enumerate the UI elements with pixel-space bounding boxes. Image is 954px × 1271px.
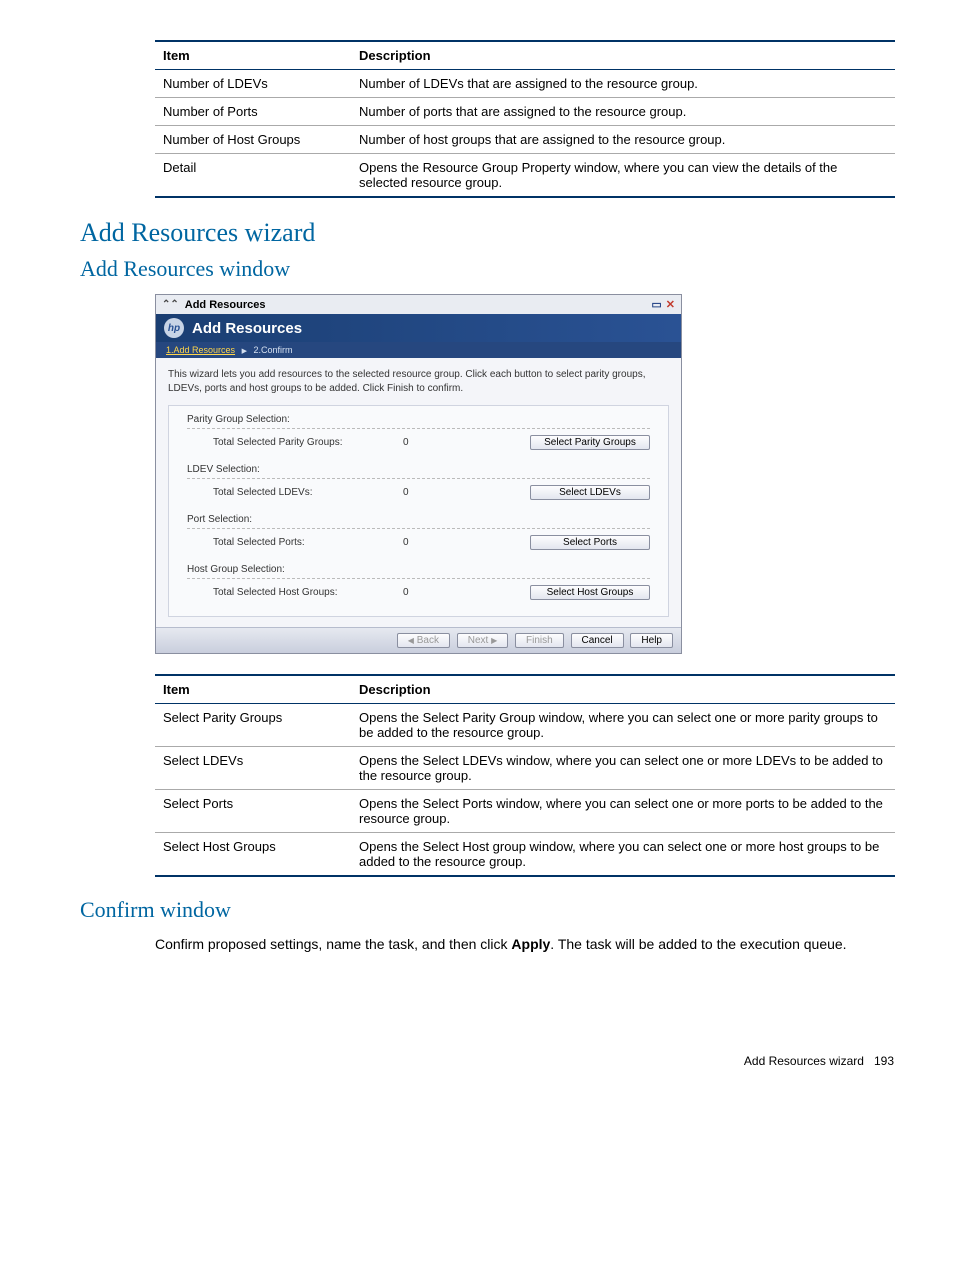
breadcrumb-step-1[interactable]: 1.Add Resources — [166, 345, 235, 355]
table-row: Number of LDEVsNumber of LDEVs that are … — [155, 70, 895, 98]
heading-confirm-window: Confirm window — [80, 897, 894, 923]
total-label: Total Selected Parity Groups: — [187, 437, 403, 448]
add-resources-dialog: ⌃⌃ Add Resources ▭ ✕ hp Add Resources 1.… — [155, 294, 682, 654]
resource-group-properties-table: Item Description Number of LDEVsNumber o… — [155, 40, 895, 198]
breadcrumb-step-2: 2.Confirm — [253, 345, 292, 355]
next-arrow-icon: ▶ — [491, 636, 497, 645]
heading-add-resources-window: Add Resources window — [80, 256, 894, 282]
dialog-intro-text: This wizard lets you add resources to th… — [168, 368, 669, 395]
dialog-top-title: Add Resources — [185, 299, 266, 311]
table-row: Number of PortsNumber of ports that are … — [155, 98, 895, 126]
dialog-footer: ◀ Back Next ▶ Finish Cancel Help — [156, 627, 681, 653]
next-button[interactable]: Next ▶ — [457, 633, 509, 648]
dialog-body: This wizard lets you add resources to th… — [156, 358, 681, 627]
footer-section-label: Add Resources wizard — [744, 1054, 864, 1068]
help-button[interactable]: Help — [630, 633, 673, 648]
dialog-banner-title: Add Resources — [192, 320, 302, 337]
total-label: Total Selected LDEVs: — [187, 487, 403, 498]
dialog-titlebar: ⌃⌃ Add Resources ▭ ✕ — [156, 295, 681, 314]
close-icon[interactable]: ✕ — [666, 298, 675, 311]
finish-button[interactable]: Finish — [515, 633, 564, 648]
section-header: Port Selection: — [187, 514, 650, 529]
hp-logo-icon: hp — [164, 318, 184, 338]
total-value: 0 — [403, 487, 443, 498]
select-host-groups-button[interactable]: Select Host Groups — [530, 585, 650, 600]
parity-group-selection: Parity Group Selection: Total Selected P… — [187, 414, 650, 450]
table-header-description: Description — [351, 675, 895, 704]
footer-page-number: 193 — [874, 1054, 894, 1068]
dialog-banner: hp Add Resources — [156, 314, 681, 342]
selection-panel: Parity Group Selection: Total Selected P… — [168, 405, 669, 617]
total-label: Total Selected Host Groups: — [187, 587, 403, 598]
ldev-selection: LDEV Selection: Total Selected LDEVs: 0 … — [187, 464, 650, 500]
table-row: DetailOpens the Resource Group Property … — [155, 154, 895, 198]
maximize-icon[interactable]: ▭ — [651, 298, 661, 311]
section-header: LDEV Selection: — [187, 464, 650, 479]
cancel-button[interactable]: Cancel — [571, 633, 624, 648]
total-value: 0 — [403, 587, 443, 598]
total-value: 0 — [403, 537, 443, 548]
port-selection: Port Selection: Total Selected Ports: 0 … — [187, 514, 650, 550]
total-value: 0 — [403, 437, 443, 448]
breadcrumb-separator-icon: ▶ — [242, 348, 247, 355]
host-group-selection: Host Group Selection: Total Selected Hos… — [187, 564, 650, 600]
table-row: Select LDEVsOpens the Select LDEVs windo… — [155, 747, 895, 790]
table-row: Number of Host GroupsNumber of host grou… — [155, 126, 895, 154]
confirm-window-text: Confirm proposed settings, name the task… — [155, 935, 894, 954]
back-button[interactable]: ◀ Back — [397, 633, 450, 648]
select-ldevs-button[interactable]: Select LDEVs — [530, 485, 650, 500]
page-footer: Add Resources wizard 193 — [60, 1054, 894, 1068]
select-parity-groups-button[interactable]: Select Parity Groups — [530, 435, 650, 450]
back-arrow-icon: ◀ — [408, 636, 414, 645]
table-row: Select Parity GroupsOpens the Select Par… — [155, 704, 895, 747]
select-ports-button[interactable]: Select Ports — [530, 535, 650, 550]
table-header-item: Item — [155, 675, 351, 704]
table-row: Select Host GroupsOpens the Select Host … — [155, 833, 895, 877]
add-resources-items-table: Item Description Select Parity GroupsOpe… — [155, 674, 895, 877]
table-row: Select PortsOpens the Select Ports windo… — [155, 790, 895, 833]
table-header-description: Description — [351, 41, 895, 70]
total-label: Total Selected Ports: — [187, 537, 403, 548]
breadcrumb: 1.Add Resources ▶ 2.Confirm — [156, 342, 681, 358]
table-header-item: Item — [155, 41, 351, 70]
section-header: Host Group Selection: — [187, 564, 650, 579]
section-header: Parity Group Selection: — [187, 414, 650, 429]
heading-add-resources-wizard: Add Resources wizard — [80, 218, 894, 248]
collapse-chevrons-icon[interactable]: ⌃⌃ — [162, 299, 179, 310]
